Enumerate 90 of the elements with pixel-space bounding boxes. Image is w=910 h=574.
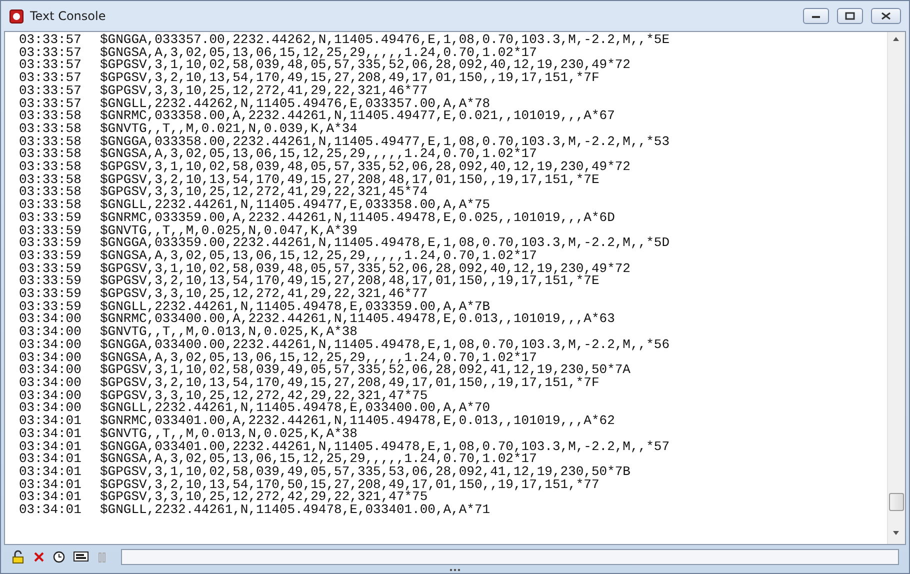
log-message: $GNGLL,2232.44262,N,11405.49476,E,033357.00,A,A*78	[100, 98, 490, 110]
log-message: $GPGSV,3,1,10,02,58,039,48,05,57,335,52,06,28,092,40,12,19,230,49*72	[100, 161, 630, 174]
log-message: $GPGSV,3,2,10,13,54,170,49,15,27,208,48,17,01,150,,19,17,151,*7E	[100, 174, 600, 186]
log-timestamp: 03:34:01	[19, 440, 82, 454]
log-timestamp: 03:33:57	[19, 84, 82, 98]
log-message: $GPGSV,3,3,10,25,12,272,42,29,22,321,47*75	[100, 491, 428, 504]
maximize-icon	[845, 12, 855, 20]
log-message: $GNGLL,2232.44261,N,11405.49478,E,033359.00,A,A*7B	[100, 300, 490, 314]
log-message: $GNGGA,033358.00,2232.44261,N,11405.49477,E,1,08,0.70,103.3,M,-2.2,M,,*53	[100, 136, 670, 148]
log-message: $GNRMC,033358.00,A,2232.44261,N,11405.49477,E,0.021,,101019,,,A*67	[100, 110, 615, 123]
log-timestamp: 03:33:57	[19, 98, 82, 110]
log-timestamp: 03:34:00	[19, 352, 82, 364]
log-message: $GNVTG,,T,,M,0.013,N,0.025,K,A*38	[100, 428, 358, 440]
log-timestamp: 03:34:01	[19, 491, 82, 504]
resize-grip-icon[interactable]	[450, 569, 460, 572]
log-timestamp: 03:33:57	[19, 72, 82, 85]
close-icon[interactable]	[33, 551, 45, 563]
log-timestamp: 03:33:58	[19, 148, 82, 162]
log-timestamp: 03:33:59	[19, 250, 82, 263]
log-message: $GNGLL,2232.44261,N,11405.49478,E,033400.00,A,A*70	[100, 402, 490, 416]
log-message: $GNRMC,033401.00,A,2232.44261,N,11405.49478,E,0.013,,101019,,,A*62	[100, 415, 615, 428]
maximize-button[interactable]	[837, 8, 863, 24]
log-message: $GNGSA,A,3,02,05,13,06,15,12,25,29,,,,,1.24,0.70,1.02*17	[100, 148, 537, 162]
log-message: $GNGSA,A,3,02,05,13,06,15,12,25,29,,,,,1.24,0.70,1.02*17	[100, 250, 537, 263]
log-timestamp: 03:33:58	[19, 186, 82, 200]
log-message: $GNVTG,,T,,M,0.013,N,0.025,K,A*38	[100, 326, 358, 339]
log-message: $GPGSV,3,1,10,02,58,039,48,05,57,335,52,06,28,092,40,12,19,230,49*72	[100, 59, 630, 72]
log-message: $GNGSA,A,3,02,05,13,06,15,12,25,29,,,,,1.24,0.70,1.02*17	[100, 453, 537, 466]
log-message: $GNGGA,033401.00,2232.44261,N,11405.49478,E,1,08,0.70,103.3,M,-2.2,M,,*57	[100, 440, 670, 454]
log-timestamp: 03:33:59	[19, 224, 82, 238]
log-timestamp: 03:33:58	[19, 122, 82, 136]
log-message: $GNRMC,033359.00,A,2232.44261,N,11405.49478,E,0.025,,101019,,,A*6D	[100, 212, 615, 225]
log-timestamp: 03:34:00	[19, 313, 82, 326]
log-timestamp: 03:34:01	[19, 478, 82, 492]
log-message: $GPGSV,3,2,10,13,54,170,49,15,27,208,49,17,01,150,,19,17,151,*7F	[100, 376, 600, 390]
minimize-button[interactable]	[803, 8, 829, 24]
log-message: $GNGGA,033357.00,2232.44262,N,11405.49476,E,1,08,0.70,103.3,M,-2.2,M,,*5E	[100, 34, 670, 47]
minimize-icon	[811, 13, 821, 19]
log-message: $GPGSV,3,1,10,02,58,039,49,05,57,335,53,06,28,092,41,12,19,230,50*7B	[100, 466, 630, 479]
log-message: $GNGGA,033400.00,2232.44261,N,11405.49478,E,1,08,0.70,103.3,M,-2.2,M,,*56	[100, 338, 670, 352]
log-timestamp: 03:33:59	[19, 275, 82, 288]
log-timestamp: 03:34:01	[19, 504, 82, 517]
clock-icon[interactable]	[53, 551, 65, 563]
close-button[interactable]	[871, 8, 901, 24]
log-timestamp: 03:34:00	[19, 376, 82, 390]
log-timestamp: 03:34:01	[19, 466, 82, 479]
scroll-thumb[interactable]	[889, 493, 904, 511]
log-timestamp: 03:33:59	[19, 237, 82, 250]
app-icon	[9, 8, 24, 24]
log-message: $GNVTG,,T,,M,0.021,N,0.039,K,A*34	[100, 122, 358, 136]
log-timestamp: 03:33:59	[19, 300, 82, 314]
log-timestamp: 03:34:00	[19, 390, 82, 402]
monitor-icon[interactable]	[73, 551, 89, 563]
log-message: $GPGSV,3,3,10,25,12,272,41,29,22,321,46*77	[100, 288, 428, 301]
log-timestamp: 03:33:59	[19, 262, 82, 276]
log-timestamp: 03:34:01	[19, 428, 82, 440]
log-message: $GPGSV,3,3,10,25,12,272,41,29,22,321,45*74	[100, 186, 428, 200]
log-timestamp: 03:34:00	[19, 326, 82, 339]
log-message: $GNGLL,2232.44261,N,11405.49478,E,033401.00,A,A*71	[100, 504, 490, 517]
log-message: $GPGSV,3,2,10,13,54,170,49,15,27,208,49,17,01,150,,19,17,151,*7F	[100, 72, 600, 85]
log-message: $GPGSV,3,1,10,02,58,039,48,05,57,335,52,06,28,092,40,12,19,230,49*72	[100, 262, 630, 276]
log-message: $GNGSA,A,3,02,05,13,06,15,12,25,29,,,,,1.24,0.70,1.02*17	[100, 46, 537, 60]
lock-icon[interactable]	[11, 550, 25, 564]
log-timestamp: 03:34:00	[19, 364, 82, 377]
log-message: $GPGSV,3,2,10,13,54,170,50,15,27,208,49,17,01,150,,19,17,151,*77	[100, 478, 600, 492]
close-icon	[881, 12, 891, 20]
log-message: $GNGLL,2232.44261,N,11405.49477,E,033358.00,A,A*75	[100, 199, 490, 212]
log-timestamp: 03:34:00	[19, 402, 82, 416]
log-timestamp: 03:33:58	[19, 161, 82, 174]
log-timestamp: 03:33:57	[19, 46, 82, 60]
log-message: $GPGSV,3,3,10,25,12,272,41,29,22,321,46*77	[100, 84, 428, 98]
log-timestamp: 03:33:58	[19, 110, 82, 123]
log-timestamp: 03:33:57	[19, 34, 82, 47]
log-message: $GNGSA,A,3,02,05,13,06,15,12,25,29,,,,,1.24,0.70,1.02*17	[100, 352, 537, 364]
window-title: Text Console	[30, 9, 107, 23]
log-message: $GNRMC,033400.00,A,2232.44261,N,11405.49478,E,0.013,,101019,,,A*63	[100, 313, 615, 326]
log-timestamp: 03:33:58	[19, 199, 82, 212]
log-message: $GNGGA,033359.00,2232.44261,N,11405.49478,E,1,08,0.70,103.3,M,-2.2,M,,*5D	[100, 237, 670, 250]
log-timestamp: 03:33:58	[19, 136, 82, 148]
log-timestamp: 03:33:58	[19, 174, 82, 186]
log-timestamp: 03:33:59	[19, 212, 82, 225]
log-message: $GPGSV,3,1,10,02,58,039,49,05,57,335,52,06,28,092,41,12,19,230,50*7A	[100, 364, 630, 377]
log-timestamp: 03:34:01	[19, 415, 82, 428]
log-message: $GPGSV,3,3,10,25,12,272,42,29,22,321,47*75	[100, 390, 428, 402]
log-message: $GNVTG,,T,,M,0.025,N,0.047,K,A*39	[100, 224, 358, 238]
log-timestamp: 03:34:00	[19, 338, 82, 352]
log-message: $GPGSV,3,2,10,13,54,170,49,15,27,208,48,17,01,150,,19,17,151,*7E	[100, 275, 600, 288]
log-timestamp: 03:33:57	[19, 59, 82, 72]
log-timestamp: 03:34:01	[19, 453, 82, 466]
log-timestamp: 03:33:59	[19, 288, 82, 301]
